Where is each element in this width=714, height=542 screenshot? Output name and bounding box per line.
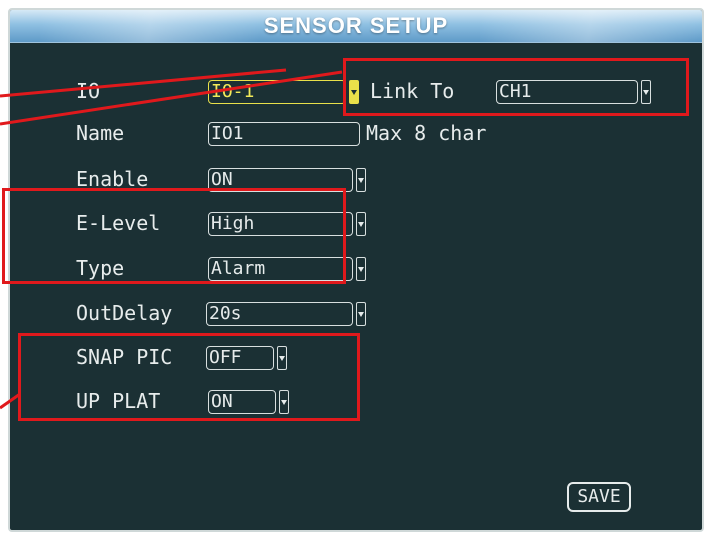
callout-pointer-line xyxy=(0,68,287,98)
callout-pointer-lines xyxy=(0,68,343,410)
callout-pointer-line xyxy=(0,392,21,410)
